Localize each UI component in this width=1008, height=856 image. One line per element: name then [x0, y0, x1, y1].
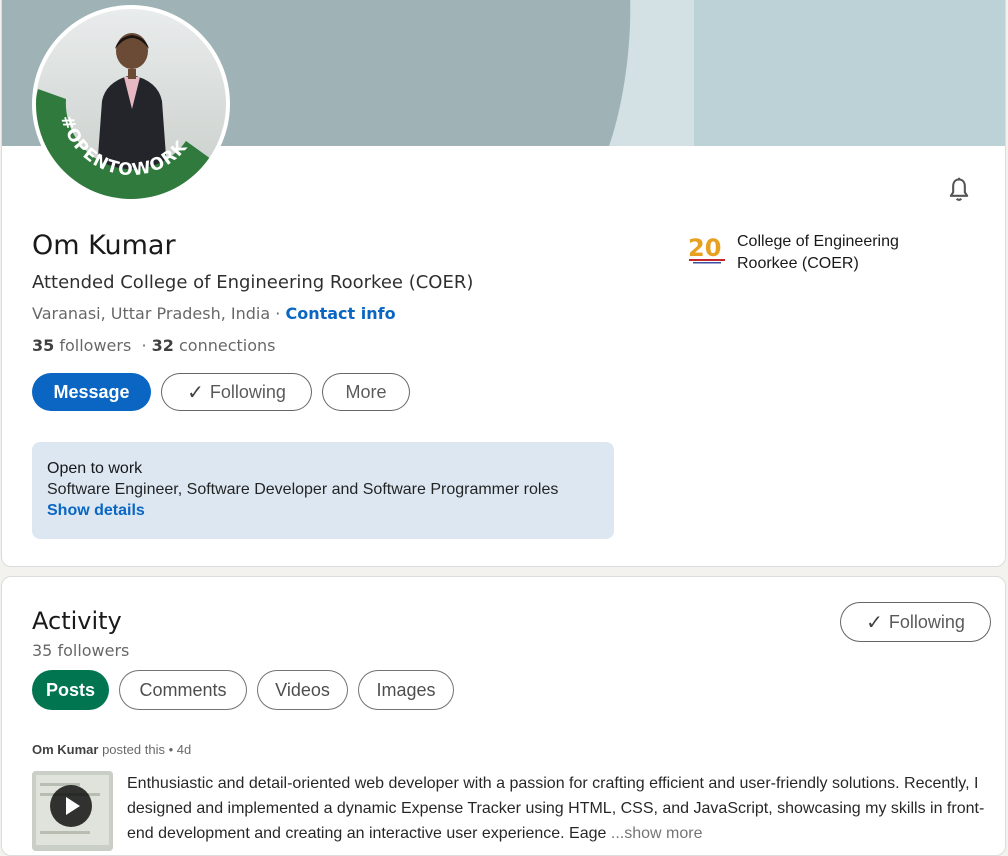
following-label: Following	[209, 381, 286, 402]
post-meta: Om Kumar posted this • 4d	[32, 742, 191, 757]
post-body: Enthusiastic and detail-oriented web dev…	[127, 771, 985, 846]
connections-label: connections	[173, 336, 276, 355]
profile-location-row: Varanasi, Uttar Pradesh, India · Contact…	[32, 304, 396, 323]
post-video-thumbnail[interactable]	[32, 771, 113, 851]
message-button[interactable]: Message	[32, 373, 151, 411]
connections-separator: ·	[131, 336, 152, 355]
followers-count: 35	[32, 336, 55, 355]
post-text: Enthusiastic and detail-oriented web dev…	[127, 775, 985, 842]
followers-link[interactable]: 35 followers	[32, 336, 131, 355]
activity-followers: 35 followers	[32, 641, 130, 660]
show-details-link[interactable]: Show details	[47, 500, 599, 522]
activity-title: Activity	[32, 607, 122, 635]
play-icon	[66, 797, 80, 815]
education-entry[interactable]: 20 College of Engineering Roorkee (COER)	[685, 231, 937, 275]
bell-icon[interactable]	[945, 176, 973, 204]
open-to-work-card: Open to work Software Engineer, Software…	[32, 442, 614, 539]
location-text: Varanasi, Uttar Pradesh, India	[32, 304, 271, 323]
school-name: College of Engineering Roorkee (COER)	[737, 233, 899, 272]
checkmark-icon: ✓	[187, 381, 204, 404]
location-separator: ·	[270, 304, 286, 323]
following-label: Following	[888, 611, 965, 632]
post-time: posted this • 4d	[98, 742, 192, 757]
following-button[interactable]: ✓ Following	[161, 373, 312, 411]
profile-photo[interactable]: #OPENTOWORK	[32, 5, 230, 203]
profile-card: #OPENTOWORK Om Kumar Attended College of…	[1, 0, 1006, 567]
contact-info-link[interactable]: Contact info	[285, 304, 395, 323]
activity-following-button[interactable]: ✓ Following	[840, 602, 991, 642]
connections-link[interactable]: 32 connections	[152, 336, 276, 355]
followers-label: followers	[54, 336, 132, 355]
tab-videos[interactable]: Videos	[257, 670, 348, 710]
school-logo: 20	[685, 231, 729, 267]
open-to-work-title: Open to work	[47, 460, 143, 477]
tab-comments[interactable]: Comments	[119, 670, 247, 710]
activity-card: Activity 35 followers ✓ Following Posts C…	[1, 576, 1006, 856]
post-author[interactable]: Om Kumar	[32, 742, 98, 757]
school-logo-text: 20	[688, 234, 721, 262]
profile-name: Om Kumar	[32, 230, 176, 261]
tab-posts[interactable]: Posts	[32, 670, 109, 710]
checkmark-icon: ✓	[866, 611, 883, 634]
avatar-image: #OPENTOWORK	[36, 9, 226, 199]
tab-images[interactable]: Images	[358, 670, 454, 710]
show-more-link[interactable]: ...show more	[611, 825, 703, 842]
profile-headline: Attended College of Engineering Roorkee …	[32, 272, 474, 293]
play-button[interactable]	[50, 785, 92, 827]
connections-count: 32	[151, 336, 174, 355]
more-button[interactable]: More	[322, 373, 410, 411]
open-to-work-roles: Software Engineer, Software Developer an…	[47, 481, 559, 498]
network-stats: 35 followers · 32 connections	[32, 336, 275, 355]
